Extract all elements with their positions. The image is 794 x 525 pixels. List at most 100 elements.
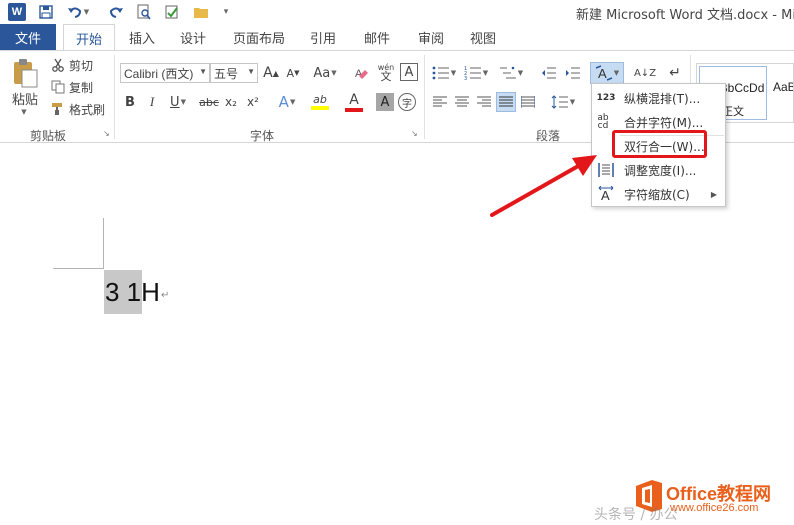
- highlight-button[interactable]: ab: [306, 91, 334, 113]
- align-center-icon[interactable]: [452, 93, 472, 111]
- paragraph-group-label: 段落: [536, 129, 561, 143]
- tab-view[interactable]: 视图: [462, 24, 504, 50]
- menu-item-label: 字符缩放(C): [624, 187, 690, 202]
- word-app-icon[interactable]: W: [8, 3, 26, 21]
- menu-item-character-scaling[interactable]: A 字符缩放(C) ▶: [592, 182, 725, 206]
- phonetic-guide-button[interactable]: wén 文: [376, 61, 396, 83]
- document-title: 新建 Microsoft Word 文档.docx - Micr: [576, 8, 794, 23]
- title-bar: W ▼ ▾ 新建 Microsoft Word 文档.docx - Micr: [0, 0, 794, 24]
- customize-quick-access-icon[interactable]: ▾: [220, 3, 232, 21]
- cut-button[interactable]: 剪切: [66, 57, 96, 73]
- text-effects-icon: A: [278, 93, 289, 111]
- font-color-swatch: [345, 107, 363, 112]
- font-color-icon: A: [349, 91, 359, 108]
- align-right-icon[interactable]: [474, 93, 494, 111]
- italic-button[interactable]: I: [144, 93, 160, 111]
- strikethrough-button[interactable]: abc: [198, 93, 220, 111]
- tab-insert[interactable]: 插入: [122, 24, 162, 50]
- font-color-button[interactable]: A: [340, 91, 368, 113]
- svg-text:A: A: [601, 188, 610, 202]
- adjust-width-icon: [596, 161, 616, 179]
- change-case-icon: Aa: [313, 65, 331, 81]
- spelling-check-icon[interactable]: [162, 3, 182, 21]
- underline-icon: U: [170, 94, 180, 110]
- document-text[interactable]: 3 1H: [105, 277, 160, 308]
- clipboard-launcher-icon[interactable]: ↘: [103, 129, 110, 138]
- submenu-arrow-icon: ▶: [710, 189, 717, 199]
- superscript-button[interactable]: x²: [244, 93, 262, 111]
- font-size-value: 五号: [214, 66, 239, 81]
- group-separator: [114, 55, 115, 139]
- tab-file[interactable]: 文件: [0, 24, 56, 50]
- bold-button[interactable]: B: [122, 93, 138, 111]
- menu-item-vertical-in-horizontal[interactable]: 123 纵横混排(T)...: [592, 86, 725, 110]
- copy-button[interactable]: 复制: [66, 79, 96, 95]
- increase-indent-icon[interactable]: [562, 63, 584, 83]
- paste-dropdown-icon[interactable]: ▼: [18, 107, 30, 117]
- tab-review[interactable]: 审阅: [410, 24, 452, 50]
- font-name-combo[interactable]: Calibri (西文) ▼: [120, 63, 210, 83]
- margin-crop-mark: [53, 268, 104, 269]
- highlighter-icon: ab: [313, 93, 327, 106]
- character-shading-button[interactable]: A: [376, 93, 394, 111]
- redo-icon[interactable]: [106, 3, 126, 21]
- sort-icon: A↓Z: [633, 67, 657, 79]
- character-scaling-icon: A: [596, 185, 616, 203]
- align-left-icon[interactable]: [430, 93, 450, 111]
- annotation-highlight-box: [612, 130, 707, 158]
- save-icon[interactable]: [36, 3, 56, 21]
- decrease-indent-icon[interactable]: [538, 63, 560, 83]
- margin-crop-mark: [103, 218, 104, 268]
- clear-formatting-icon[interactable]: A: [352, 63, 372, 83]
- watermark-caption: 头条号 / 办公: [594, 507, 678, 523]
- menu-item-label: 合并字符(M)...: [624, 115, 704, 130]
- svg-text:A: A: [598, 66, 607, 81]
- show-marks-button[interactable]: ↵: [666, 63, 684, 83]
- font-launcher-icon[interactable]: ↘: [411, 129, 418, 138]
- ribbon-tabs: 文件 开始 插入 设计 页面布局 引用 邮件 审阅 视图: [0, 24, 794, 51]
- undo-icon[interactable]: ▼: [64, 3, 92, 21]
- font-size-combo[interactable]: 五号 ▼: [210, 63, 258, 83]
- character-border-button[interactable]: A: [400, 63, 418, 81]
- tab-home[interactable]: 开始: [63, 24, 115, 51]
- chevron-down-icon: ▼: [247, 67, 255, 76]
- tab-design[interactable]: 设计: [172, 24, 214, 50]
- paragraph-mark: ↵: [161, 290, 170, 301]
- font-group-label: 字体: [250, 129, 275, 143]
- font-name-value: Calibri (西文): [124, 66, 194, 81]
- style-next-sample[interactable]: AaB: [773, 80, 793, 94]
- bullets-icon[interactable]: ▼: [430, 63, 458, 83]
- menu-item-label: 调整宽度(I)...: [624, 163, 697, 178]
- format-painter-button[interactable]: 格式刷: [66, 101, 108, 117]
- watermark-url: www.office26.com: [670, 502, 759, 514]
- grow-font-button[interactable]: A ▲: [262, 63, 280, 83]
- line-spacing-icon[interactable]: ▼: [548, 93, 578, 111]
- shrink-font-button[interactable]: A ▼: [284, 63, 302, 83]
- justify-icon[interactable]: [496, 92, 516, 112]
- paste-button[interactable]: 粘贴: [8, 89, 42, 108]
- change-case-button[interactable]: Aa ▼: [310, 63, 340, 83]
- watermark: Office教程网 www.office26.com 头条号 / 办公: [590, 474, 794, 525]
- text-effects-button[interactable]: A ▼: [274, 93, 300, 111]
- shrink-font-icon: A: [286, 66, 295, 80]
- paste-icon[interactable]: [6, 57, 44, 89]
- numbering-icon[interactable]: 1 2 3 ▼: [462, 63, 490, 83]
- svg-text:3: 3: [464, 76, 467, 80]
- subscript-button[interactable]: x₂: [222, 93, 240, 111]
- underline-button[interactable]: U ▼: [166, 93, 190, 111]
- clipboard-group-label: 剪贴板: [30, 129, 67, 143]
- menu-item-adjust-width[interactable]: 调整宽度(I)...: [592, 158, 725, 182]
- sort-button[interactable]: A↓Z: [634, 63, 656, 83]
- tab-page-layout[interactable]: 页面布局: [226, 24, 292, 50]
- open-folder-icon[interactable]: [192, 3, 210, 21]
- asian-layout-button[interactable]: A ▼: [590, 62, 624, 84]
- tab-references[interactable]: 引用: [302, 24, 344, 50]
- chevron-down-icon: ▼: [199, 67, 207, 76]
- grow-font-icon: A: [263, 65, 273, 81]
- vertical-in-horizontal-icon: 123: [596, 93, 616, 103]
- tab-mailings[interactable]: 邮件: [356, 24, 398, 50]
- distributed-icon[interactable]: [518, 93, 538, 111]
- print-preview-icon[interactable]: [134, 3, 154, 21]
- enclose-characters-button[interactable]: 字: [398, 93, 416, 111]
- multilevel-list-icon[interactable]: ▼: [496, 63, 526, 83]
